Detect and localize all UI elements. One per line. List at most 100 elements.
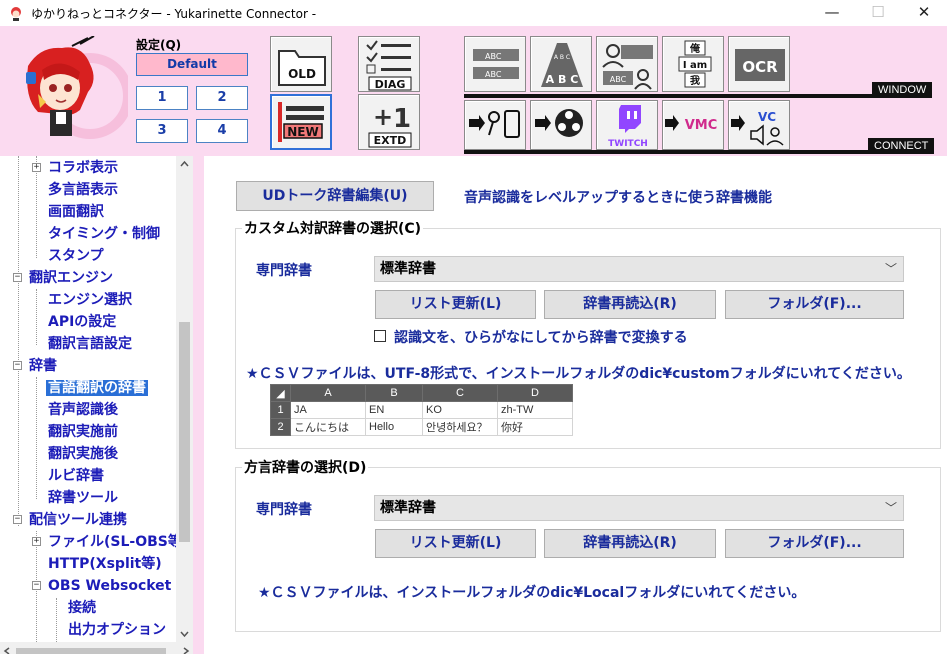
dialect-dictionary-title: 方言辞書の選択(D) [242,457,369,477]
tree-item-collab-display[interactable]: コラボ表示 [48,157,118,179]
tree-item-http[interactable]: HTTP(Xsplit等) [48,553,162,575]
preset-default-button[interactable]: Default [136,53,248,76]
diag-label: DIAG [375,78,406,91]
connect-twitch-button[interactable]: TWITCH [596,100,658,150]
dialect-dictionary-reload-button[interactable]: 辞書再読込(R) [544,529,716,558]
csv-sample-table: ◢ A B C D 1 JA EN KO zh-TW 2 こんにちは Hello… [270,384,573,436]
tree-item-translation-dictionary[interactable]: 言語翻訳の辞書 [45,377,149,399]
svg-text:A B C: A B C [546,73,579,86]
tree-item-label: APIの設定 [48,314,117,330]
ocr-label: OCR [742,58,778,76]
custom-dictionary-reload-button[interactable]: 辞書再読込(R) [544,290,716,319]
connect-vc-button[interactable]: VC [728,100,790,150]
window-title: ゆかりねっとコネクター - Yukarinette Connector - [31,7,317,21]
svg-text:+: + [373,103,393,131]
expander-collab[interactable]: + [32,163,41,172]
mascot-logo [26,36,128,139]
window-ocr-button[interactable]: OCR [728,36,790,92]
csv-cell: 你好 [497,418,573,436]
tree-item-api-settings[interactable]: APIの設定 [48,311,116,333]
diag-button[interactable]: DIAG [358,36,420,92]
connect-group-label: CONNECT [868,138,935,154]
tree-item-after-translation[interactable]: 翻訳実施後 [48,443,118,465]
extd-button[interactable]: + 1 EXTD [358,94,420,150]
subtitle-bars-icon: ABC ABC [473,49,519,79]
hiragana-convert-checkbox[interactable] [374,330,386,342]
window-subtitle-button[interactable]: ABC ABC [464,36,526,92]
connect-obs-button[interactable] [530,100,592,150]
expander-translation-engine[interactable]: − [13,273,22,282]
toolbar-header: 設定(Q) Default 1 2 3 4 OLD NEW DIAG + 1 E… [0,26,947,156]
dialect-dictionary-select[interactable]: 標準辞書 ﹀ [374,495,904,521]
extd-label: EXTD [374,134,407,147]
old-layout-button[interactable]: OLD [270,36,332,92]
dialect-folder-button[interactable]: フォルダ(F)... [725,529,904,558]
perspective-text-icon: A B C A B C [541,43,583,87]
tree-item-label: ファイル(SL-OBS等) [48,534,189,550]
tree-item-label: 辞書ツール [48,490,118,506]
new-layout-icon: NEW [278,102,324,142]
tree-item-obs-websocket[interactable]: OBS Websocket [48,575,171,597]
udtalk-dictionary-edit-button[interactable]: UDトーク辞書編集(U) [236,181,434,211]
window-multilang-button[interactable]: 俺 I am 我 [662,36,724,92]
tree-item-ruby-dictionary[interactable]: ルビ辞書 [48,465,104,487]
tree-vertical-scrollbar[interactable] [176,156,193,642]
custom-list-refresh-button[interactable]: リスト更新(L) [375,290,536,319]
avatar-subtitle-text: ABC [610,75,627,84]
dialect-list-refresh-button[interactable]: リスト更新(L) [375,529,536,558]
custom-folder-button[interactable]: フォルダ(F)... [725,290,904,319]
tree-item-streaming-tools[interactable]: 配信ツール連携 [29,509,127,531]
dictionary-settings-panel: UDトーク辞書編集(U) 音声認識をレベルアップするときに使う辞書機能 カスタム… [204,156,947,654]
tree-item-dictionary[interactable]: 辞書 [29,355,57,377]
close-button[interactable]: ✕ [901,0,947,26]
csv-column-header: D [497,384,573,402]
preset-4-button[interactable]: 4 [196,119,248,143]
tree-item-file-output[interactable]: ファイル(SL-OBS等) [48,531,188,553]
tree-item-timing-control[interactable]: タイミング・制御 [48,223,160,245]
tile-ja-text: 俺 [689,42,701,55]
tree-item-connection[interactable]: 接続 [68,597,96,619]
preset-2-button[interactable]: 2 [196,86,248,110]
new-layout-button[interactable]: NEW [270,94,332,150]
preset-3-button[interactable]: 3 [136,119,188,143]
dialect-csv-note: ★ＣＳＶファイルは、インストールフォルダのdic¥Localフォルダにいれてくだ… [258,585,806,601]
plus-one-icon: + 1 EXTD [368,103,412,148]
settings-tree: + − − − + − コラボ表示 多言語表示 画面翻訳 タイミング・制御 スタ… [0,156,193,654]
preset-1-button[interactable]: 1 [136,86,188,110]
minimize-button[interactable]: — [809,0,855,26]
connect-mic-phone-button[interactable] [464,100,526,150]
mic-to-phone-icon [469,110,520,138]
tree-item-output-options[interactable]: 出力オプション [68,619,166,641]
csv-column-header: C [422,384,498,402]
csv-column-header: A [290,384,366,402]
tree-horizontal-scrollbar[interactable] [0,642,193,654]
tree-item-stamp[interactable]: スタンプ [48,245,104,267]
expander-dictionary[interactable]: − [13,361,22,370]
settings-panel: 設定(Q) Default 1 2 3 4 [128,36,263,148]
svg-text:1: 1 [393,104,411,134]
tree-item-dictionary-tools[interactable]: 辞書ツール [48,487,118,509]
custom-dictionary-select[interactable]: 標準辞書 ﹀ [374,256,904,282]
tree-item-multilang-display[interactable]: 多言語表示 [48,179,118,201]
tree-item-label: 翻訳実施後 [48,446,118,462]
vc-label: VC [758,110,776,124]
maximize-button[interactable]: ☐ [855,0,901,26]
window-perspective-button[interactable]: A B C A B C [530,36,592,92]
expander-file[interactable]: + [32,537,41,546]
tree-item-screen-translation[interactable]: 画面翻訳 [48,201,104,223]
tree-item-translation-language[interactable]: 翻訳言語設定 [48,333,132,355]
tree-item-before-translation[interactable]: 翻訳実施前 [48,421,118,443]
checklist-icon: DIAG [366,40,412,91]
tree-item-after-recognition[interactable]: 音声認識後 [48,399,118,421]
tree-item-label: 音声認識後 [48,402,118,418]
connect-vmc-button[interactable]: VMC [662,100,724,150]
multi-language-tiles-icon: 俺 I am 我 [678,40,712,88]
vmc-label: VMC [685,118,718,133]
tree-item-engine-select[interactable]: エンジン選択 [48,289,132,311]
tree-item-translation-engine[interactable]: 翻訳エンジン [29,267,113,289]
expander-streaming[interactable]: − [13,515,22,524]
window-avatar-button[interactable]: ABC [596,36,658,92]
expander-obs-websocket[interactable]: − [32,581,41,590]
tree-item-label: 接続 [68,600,96,616]
tree-scroll-thumb[interactable] [179,322,190,542]
